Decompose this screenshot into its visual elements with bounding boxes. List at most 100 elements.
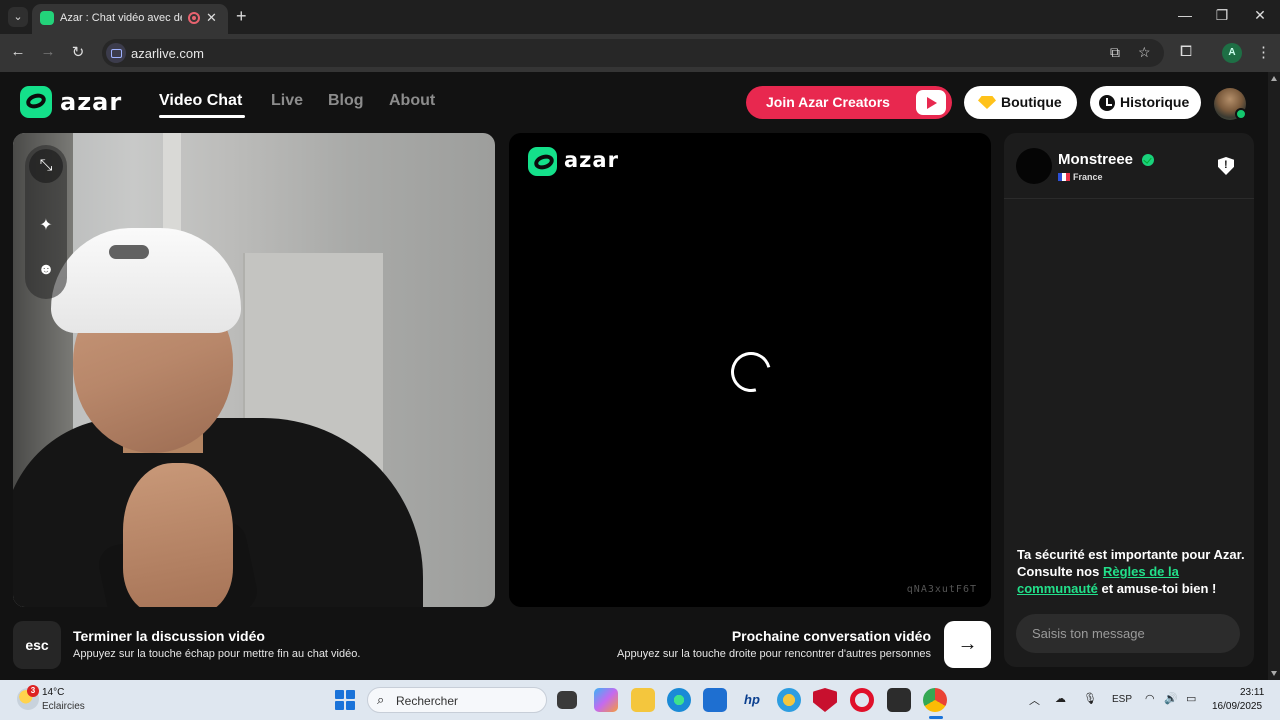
- cap-logo: [109, 245, 149, 259]
- play-icon: [916, 90, 946, 115]
- nav-about[interactable]: About: [389, 92, 435, 110]
- gem-icon: [978, 96, 996, 109]
- taskbar-time[interactable]: 23:11: [1240, 687, 1264, 698]
- peer-avatar[interactable]: [1016, 148, 1052, 184]
- session-id: qNA3xutF6T: [906, 584, 977, 595]
- history-button[interactable]: Historique: [1090, 86, 1201, 119]
- support-assistant-icon[interactable]: [777, 688, 801, 712]
- minimize-view-icon[interactable]: ⤡: [29, 149, 63, 183]
- volume-icon[interactable]: 🔊: [1164, 692, 1178, 705]
- microphone-icon[interactable]: 🎙: [1083, 692, 1097, 705]
- android-app-icon[interactable]: [887, 688, 911, 712]
- back-button[interactable]: ←: [8, 43, 28, 60]
- self-camera-video: [13, 133, 495, 607]
- bookmark-star-icon[interactable]: ☆: [1138, 44, 1151, 61]
- edge-browser-icon[interactable]: [667, 688, 691, 712]
- recording-indicator-icon: [188, 12, 200, 24]
- address-bar[interactable]: azarlive.com ⧉ ☆: [102, 39, 1164, 67]
- azar-watermark-icon: [528, 147, 557, 176]
- chrome-icon[interactable]: [923, 688, 947, 712]
- loading-spinner-icon: [723, 344, 779, 400]
- mcafee-icon[interactable]: [813, 688, 837, 712]
- close-window-button[interactable]: ✕: [1250, 7, 1270, 24]
- browser-toolbar: ← → ↻ azarlive.com ⧉ ☆ ⧠ A ⋮: [0, 34, 1280, 72]
- microsoft-store-icon[interactable]: [703, 688, 727, 712]
- verified-badge-icon: [1142, 154, 1154, 166]
- weather-temperature[interactable]: 14°C: [42, 687, 64, 698]
- peer-country: France: [1073, 172, 1103, 182]
- browser-menu-icon[interactable]: ⋮: [1256, 43, 1271, 61]
- report-shield-icon[interactable]: [1218, 157, 1234, 175]
- next-chat-hint: Appuyez sur la touche droite pour rencon…: [617, 648, 931, 660]
- profile-avatar[interactable]: A: [1222, 43, 1242, 63]
- extensions-icon[interactable]: ⧠: [1180, 43, 1192, 60]
- tray-overflow-icon[interactable]: ︿: [1029, 692, 1040, 708]
- camera-tools: ⤡ ✦ ☻: [25, 145, 67, 299]
- browser-tab-strip: ⌄ Azar : Chat vidéo avec de n ✕ + — ❐ ✕: [0, 0, 1280, 34]
- search-icon: ⌕: [377, 692, 385, 707]
- copilot-icon[interactable]: [594, 688, 618, 712]
- opera-icon[interactable]: [850, 688, 874, 712]
- effects-sparkle-icon[interactable]: ✦: [29, 209, 63, 243]
- safety-text-end: et amuse-toi bien !: [1097, 581, 1217, 596]
- input-language[interactable]: ESP: [1112, 694, 1132, 705]
- page-scrollbar[interactable]: [1268, 72, 1280, 680]
- azar-watermark-text: azar: [564, 148, 619, 172]
- partner-video: azar qNA3xutF6T: [509, 133, 991, 607]
- esc-key-button[interactable]: esc: [13, 621, 61, 669]
- nav-blog[interactable]: Blog: [328, 92, 364, 110]
- site-info-icon[interactable]: [106, 43, 126, 63]
- azar-page: azar Video Chat Live Blog About Join Aza…: [0, 72, 1268, 680]
- history-label: Historique: [1120, 94, 1190, 110]
- new-tab-button[interactable]: +: [236, 6, 247, 27]
- minimize-button[interactable]: —: [1175, 7, 1195, 23]
- france-flag-icon: [1058, 173, 1070, 181]
- nav-live[interactable]: Live: [271, 92, 303, 110]
- join-creators-button[interactable]: Join Azar Creators: [746, 86, 952, 119]
- chat-header: Monstreee France: [1004, 133, 1254, 199]
- browser-tab[interactable]: Azar : Chat vidéo avec de n ✕: [32, 4, 228, 34]
- windows-taskbar: 3 14°C Eclaircies ⌕ Rechercher hp ︿ ☁ 🎙 …: [0, 680, 1280, 720]
- task-view-icon[interactable]: [557, 691, 577, 709]
- next-chat-title: Prochaine conversation vidéo: [731, 628, 931, 644]
- boutique-button[interactable]: Boutique: [964, 86, 1077, 119]
- person-cap: [51, 228, 241, 333]
- nav-active-indicator: [159, 115, 245, 118]
- forward-button[interactable]: →: [38, 43, 58, 60]
- reload-button[interactable]: ↻: [68, 43, 88, 61]
- restore-button[interactable]: ❐: [1212, 7, 1232, 24]
- weather-description[interactable]: Eclaircies: [42, 701, 85, 712]
- battery-icon[interactable]: ▭: [1186, 692, 1196, 705]
- weather-alert-badge: 3: [27, 685, 39, 697]
- install-app-icon[interactable]: ⧉: [1110, 44, 1120, 61]
- message-input[interactable]: [1016, 614, 1240, 653]
- tab-close-icon[interactable]: ✕: [206, 10, 217, 26]
- safety-notice: Ta sécurité est importante pour Azar. Co…: [1017, 546, 1245, 597]
- chat-panel: Monstreee France Ta sécurité est importa…: [1004, 133, 1254, 667]
- azar-logo-text[interactable]: azar: [60, 88, 122, 116]
- azar-logo-icon[interactable]: [20, 86, 52, 118]
- search-placeholder: Rechercher: [396, 694, 459, 708]
- join-creators-label: Join Azar Creators: [766, 94, 890, 110]
- person-hand: [123, 463, 233, 607]
- boutique-label: Boutique: [1001, 94, 1062, 110]
- active-app-indicator: [929, 716, 943, 719]
- taskbar-date[interactable]: 16/09/2025: [1212, 701, 1262, 712]
- file-explorer-icon[interactable]: [631, 688, 655, 712]
- face-filter-icon[interactable]: ☻: [29, 253, 63, 287]
- cloud-icon[interactable]: ☁: [1055, 692, 1066, 705]
- wifi-icon[interactable]: ◠: [1145, 692, 1155, 705]
- hp-icon[interactable]: hp: [740, 688, 764, 712]
- online-badge-icon: [1235, 108, 1247, 120]
- scroll-down-icon[interactable]: [1271, 671, 1277, 676]
- tab-search-button[interactable]: ⌄: [8, 7, 28, 27]
- next-arrow-button[interactable]: →: [944, 621, 991, 668]
- end-chat-hint: Appuyez sur la touche échap pour mettre …: [73, 648, 361, 660]
- taskbar-search[interactable]: ⌕ Rechercher: [367, 687, 547, 713]
- nav-video-chat[interactable]: Video Chat: [159, 92, 242, 110]
- end-chat-title: Terminer la discussion vidéo: [73, 628, 265, 644]
- url-text: azarlive.com: [131, 46, 204, 61]
- scroll-up-icon[interactable]: [1271, 76, 1277, 81]
- clock-icon: [1099, 95, 1115, 111]
- windows-start-icon[interactable]: [335, 690, 355, 710]
